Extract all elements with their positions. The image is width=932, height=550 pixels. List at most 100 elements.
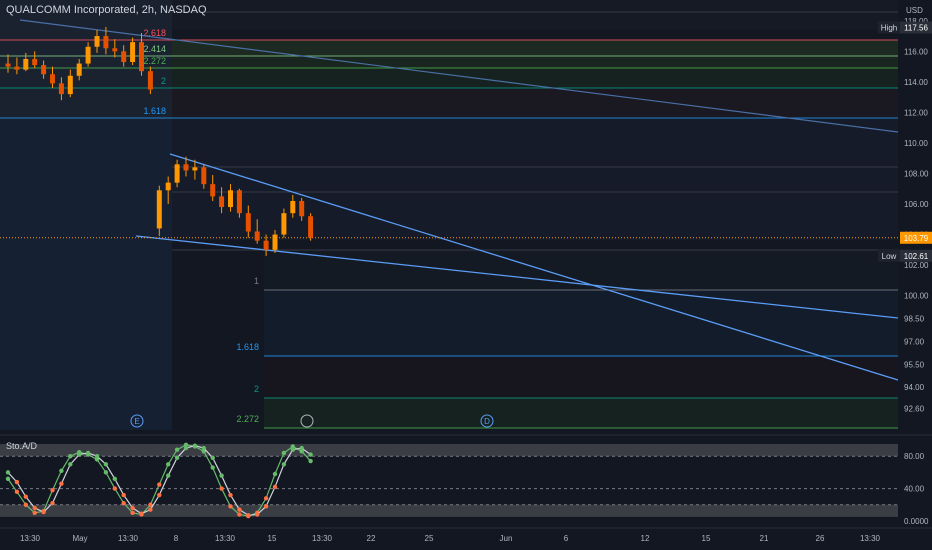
x-tick-label: 8	[174, 534, 179, 543]
stoch-point	[157, 492, 162, 498]
fib-level-label: 2.414	[143, 44, 166, 54]
fib-zone-left	[0, 120, 172, 430]
price-tick-label: 116.00	[904, 47, 928, 56]
stoch-point	[41, 509, 46, 515]
currency-label: USD	[906, 6, 923, 15]
fib-zone-teal	[172, 68, 898, 88]
stoch-point	[174, 455, 180, 461]
price-tick-label: 100.00	[904, 292, 929, 301]
candle-body	[147, 71, 153, 90]
x-tick-label: 13:30	[215, 534, 236, 543]
stoch-point	[59, 468, 64, 473]
x-tick-label: 21	[760, 534, 769, 543]
price-tick-label: 106.00	[904, 200, 929, 209]
stoch-point	[174, 447, 180, 452]
x-tick-label: 25	[425, 534, 434, 543]
candle-body	[58, 83, 64, 95]
stoch-point	[272, 484, 278, 490]
stoch-point	[263, 504, 269, 509]
stoch-point	[228, 504, 233, 509]
x-tick-label: 13:30	[312, 534, 333, 543]
stoch-title: Sto.A/D	[6, 441, 38, 451]
chart-root: 118.00 116.00 114.00 112.00 110.00 108.00 106.…	[0, 0, 932, 550]
x-tick-label: 26	[816, 534, 825, 543]
fib-zone-low-3	[264, 356, 898, 398]
candle-body	[210, 184, 216, 197]
stoch-point	[299, 445, 304, 451]
stoch-point	[219, 473, 224, 478]
fib-zone-low-2	[264, 290, 898, 356]
price-tick-label: 102.00	[904, 261, 929, 270]
chart-title: QUALCOMM Incorporated, 2h, NASDAQ	[6, 4, 207, 16]
fib-zone-red	[172, 88, 898, 118]
candle-body	[192, 167, 198, 171]
stoch-point	[308, 452, 313, 457]
stoch-point	[68, 462, 73, 467]
stoch-point	[68, 453, 73, 459]
x-tick-label: 12	[641, 534, 650, 543]
candle-body	[290, 200, 296, 214]
stoch-point	[210, 455, 215, 461]
stoch-point	[139, 511, 144, 516]
x-tick-label: 6	[564, 534, 569, 543]
x-tick-label: 13:30	[118, 534, 139, 543]
candle-body	[165, 182, 171, 191]
stoch-point	[148, 507, 153, 512]
price-tick-label: 110.00	[904, 139, 928, 148]
candle-body	[103, 36, 109, 49]
stoch-point	[50, 487, 55, 493]
stoch-point	[14, 489, 20, 495]
high-price-label: 117.56	[904, 24, 928, 33]
stoch-point	[130, 510, 135, 516]
candle-body	[308, 216, 314, 238]
price-tick-label: 114.00	[904, 78, 928, 87]
stoch-point	[281, 450, 287, 456]
candle-body	[112, 48, 118, 52]
candle-body	[94, 36, 100, 47]
candle-body	[281, 213, 287, 235]
stoch-point	[85, 450, 91, 456]
x-tick-label: Jun	[500, 534, 513, 543]
candle-body	[299, 200, 305, 217]
stoch-point	[50, 500, 55, 506]
overbought-zone	[0, 444, 898, 457]
stoch-point	[112, 476, 118, 482]
candle-body	[219, 196, 225, 208]
stoch-point	[157, 482, 162, 487]
fib-zone-green-2	[172, 56, 898, 68]
stoch-point	[23, 494, 28, 499]
stoch-point	[210, 465, 215, 470]
candle-body	[174, 164, 180, 183]
fib-level-label: 2.272	[143, 56, 166, 66]
stoch-point	[263, 496, 269, 501]
candle-body	[50, 74, 55, 84]
x-tick-label: 13:30	[20, 534, 41, 543]
fib-level-label: 2.272	[236, 414, 259, 424]
fib-zone-top	[172, 0, 898, 30]
stoch-point	[246, 513, 251, 518]
price-chart[interactable]: 118.00116.00114.00112.00110.00108.00106.…	[0, 0, 932, 550]
fib-level-label: 2	[254, 384, 259, 394]
stoch-point	[166, 462, 171, 467]
x-tick-label: 13:30	[860, 534, 881, 543]
candle-body	[41, 65, 47, 75]
stoch-point	[272, 471, 278, 477]
price-tick-label: 98.50	[904, 315, 925, 324]
candle-body	[85, 46, 91, 64]
fib-level-label: 2	[161, 76, 166, 86]
low-tag-label: Low	[882, 252, 897, 261]
stoch-point	[103, 462, 109, 467]
stoch-point	[237, 512, 242, 517]
high-tag-label: High	[881, 24, 897, 33]
candle-body	[156, 190, 162, 229]
stoch-point	[237, 507, 242, 512]
stoch-point	[121, 500, 126, 506]
stoch-tick-label: 80.00	[904, 452, 925, 461]
fib-level-label: 1	[254, 276, 259, 286]
stoch-point	[112, 486, 118, 491]
x-tick-label: 15	[268, 534, 277, 543]
stoch-point	[255, 512, 260, 517]
candle-body	[236, 190, 242, 214]
x-tick-label: May	[72, 534, 87, 543]
current-price-label: 103.79	[904, 234, 929, 243]
